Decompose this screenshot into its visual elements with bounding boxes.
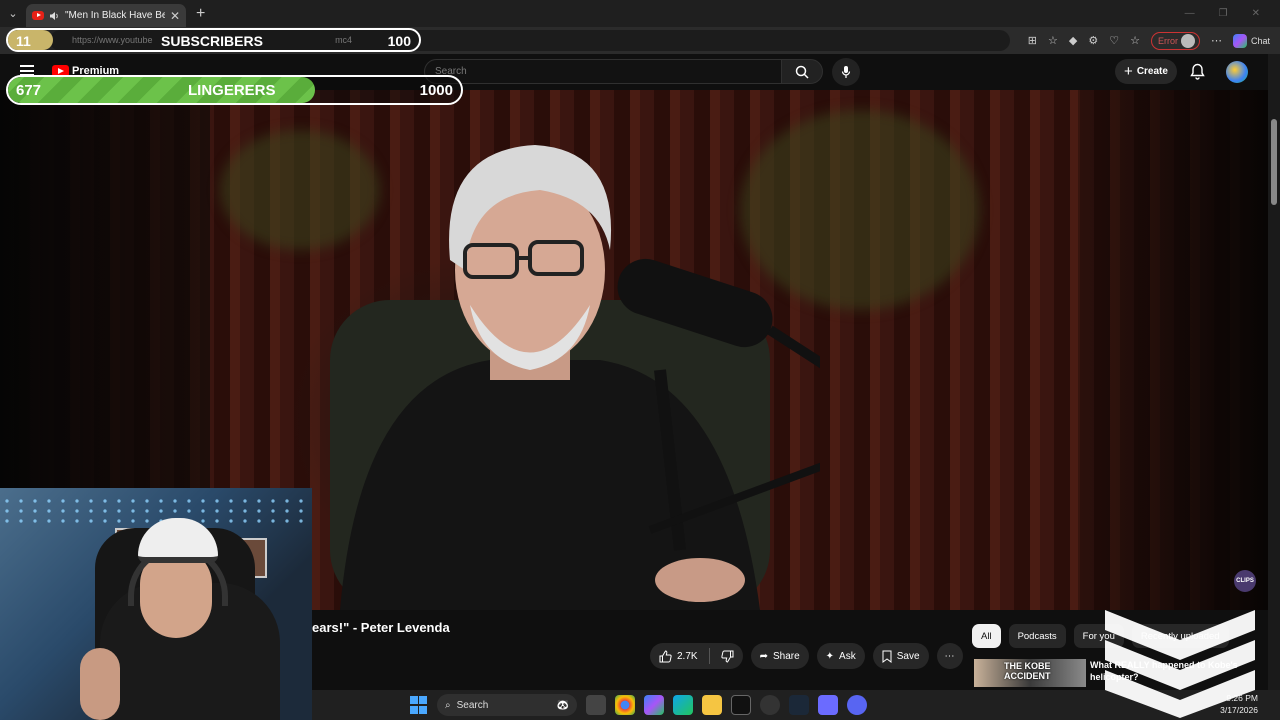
- steam-icon[interactable]: [789, 695, 809, 715]
- create-label: Create: [1136, 66, 1168, 77]
- search-icon: [795, 65, 809, 79]
- taskbar-search[interactable]: ⌕ Search 🐼: [437, 694, 577, 716]
- thumbs-down-icon: [720, 650, 734, 663]
- search-input[interactable]: Search: [424, 59, 782, 84]
- window-controls: — ❐ ✕: [1185, 0, 1280, 27]
- subscribers-current: 11: [16, 33, 31, 49]
- share-arrow-icon: ➦: [759, 650, 768, 662]
- streamer-webcam: [0, 488, 312, 720]
- microphone-icon: [841, 66, 851, 78]
- ask-label: Ask: [839, 650, 856, 662]
- subscribers-goal: 100: [387, 33, 411, 49]
- lingerers-goal-bar: 677 LINGERERS 1000: [6, 75, 463, 105]
- search-button[interactable]: [781, 59, 823, 84]
- like-dislike-button[interactable]: 2.7K: [650, 643, 743, 669]
- maximize-icon[interactable]: ❐: [1219, 8, 1228, 19]
- video-title: ears!" - Peter Levenda: [312, 620, 450, 635]
- minimize-icon[interactable]: —: [1185, 8, 1195, 19]
- browser-essentials-icon[interactable]: ♡: [1109, 34, 1119, 47]
- window-close-icon[interactable]: ✕: [1252, 8, 1260, 19]
- youtube-favicon-icon: [32, 11, 44, 20]
- task-view-icon[interactable]: [586, 695, 606, 715]
- plus-icon: +: [1124, 63, 1133, 80]
- string-lights: [0, 496, 312, 526]
- chrome-icon[interactable]: [615, 695, 635, 715]
- create-button[interactable]: + Create: [1115, 59, 1177, 84]
- subscribers-goal-bar: 11 SUBSCRIBERS 100: [6, 28, 421, 52]
- app-available-icon[interactable]: ⊞: [1028, 34, 1037, 47]
- notifications-bell-icon[interactable]: [1190, 63, 1205, 80]
- subscribers-label: SUBSCRIBERS: [161, 33, 263, 49]
- tab-list-chevron-icon[interactable]: ⌄: [0, 0, 26, 27]
- favorite-star-icon[interactable]: ☆: [1048, 34, 1058, 47]
- like-count: 2.7K: [677, 650, 698, 662]
- taskbar-icons: ⌕ Search 🐼: [408, 694, 867, 716]
- video-actions: 2.7K ➦ Share ✦ Ask Save ⋯: [650, 643, 963, 669]
- scrollbar-thumb[interactable]: [1271, 119, 1277, 205]
- video-frame-subject: [330, 145, 820, 610]
- account-avatar[interactable]: [1226, 61, 1248, 83]
- share-label: Share: [772, 650, 800, 662]
- favorites-list-icon[interactable]: ☆: [1130, 34, 1140, 47]
- lingerers-label: LINGERERS: [188, 82, 276, 99]
- extension-diamond-icon[interactable]: ◆: [1069, 34, 1077, 47]
- obs-icon[interactable]: [760, 695, 780, 715]
- thumbnail-text: THE KOBE ACCIDENT: [1004, 661, 1051, 681]
- taskbar-search-icon: ⌕: [445, 699, 451, 711]
- profile-avatar-icon: [1180, 33, 1195, 48]
- file-explorer-icon[interactable]: [702, 695, 722, 715]
- lingerers-current: 677: [16, 82, 42, 99]
- tab-close-icon[interactable]: ✕: [170, 9, 180, 23]
- ask-button[interactable]: ✦ Ask: [816, 643, 865, 669]
- share-button[interactable]: ➦ Share: [750, 643, 809, 669]
- browser-tab-active[interactable]: "Men In Black Have Been Wat ✕: [26, 4, 186, 27]
- recommended-video-thumbnail[interactable]: THE KOBE ACCIDENT: [974, 659, 1086, 687]
- more-menu-icon[interactable]: ⋯: [1211, 34, 1222, 47]
- browser-tab-bar: ⌄ "Men In Black Have Been Wat ✕ + — ❐ ✕: [0, 0, 1280, 27]
- lingerers-goal: 1000: [419, 82, 453, 99]
- more-actions-icon[interactable]: ⋯: [936, 643, 963, 669]
- copilot-chat-button[interactable]: Chat: [1232, 33, 1270, 48]
- search-highlight-icon: 🐼: [556, 699, 569, 711]
- save-label: Save: [896, 650, 920, 662]
- speaker-icon[interactable]: [49, 11, 60, 21]
- thumbs-up-icon: [659, 649, 672, 662]
- sparkle-icon: ✦: [825, 650, 835, 662]
- stream-chevron-logo-icon: [1105, 610, 1255, 718]
- bookmark-icon: [882, 650, 892, 663]
- filter-chip-podcasts[interactable]: Podcasts: [1008, 624, 1066, 648]
- voice-search-button[interactable]: [832, 58, 860, 86]
- streamer-arm: [80, 648, 120, 720]
- screen: ⌄ "Men In Black Have Been Wat ✕ + — ❐ ✕ …: [0, 0, 1280, 720]
- clips-badge: CLIPS: [1234, 570, 1256, 592]
- like-divider: [708, 648, 710, 664]
- filter-chip-all[interactable]: All: [972, 624, 1001, 648]
- error-label: Error: [1157, 35, 1178, 46]
- edge-icon[interactable]: [673, 695, 693, 715]
- address-bar-icons: ⊞ ☆ ◆ ⚙ ♡ ☆ Error ⋯ Chat: [1028, 27, 1270, 54]
- epic-games-icon[interactable]: [731, 695, 751, 715]
- taskbar-search-label: Search: [456, 699, 489, 711]
- extensions-puzzle-icon[interactable]: ⚙: [1088, 34, 1098, 47]
- save-button[interactable]: Save: [872, 643, 929, 669]
- discord-icon[interactable]: [847, 695, 867, 715]
- tab-title: "Men In Black Have Been Wat: [65, 10, 165, 21]
- chat-label: Chat: [1250, 35, 1270, 46]
- copilot-icon: [1232, 33, 1247, 48]
- windows-start-icon[interactable]: [408, 695, 428, 715]
- copilot-icon[interactable]: [644, 695, 664, 715]
- app-icon[interactable]: [818, 695, 838, 715]
- page-scrollbar[interactable]: [1268, 54, 1280, 690]
- new-tab-icon[interactable]: +: [196, 5, 205, 23]
- profile-error-pill[interactable]: Error: [1150, 31, 1200, 50]
- video-shadow-right: [1078, 90, 1268, 610]
